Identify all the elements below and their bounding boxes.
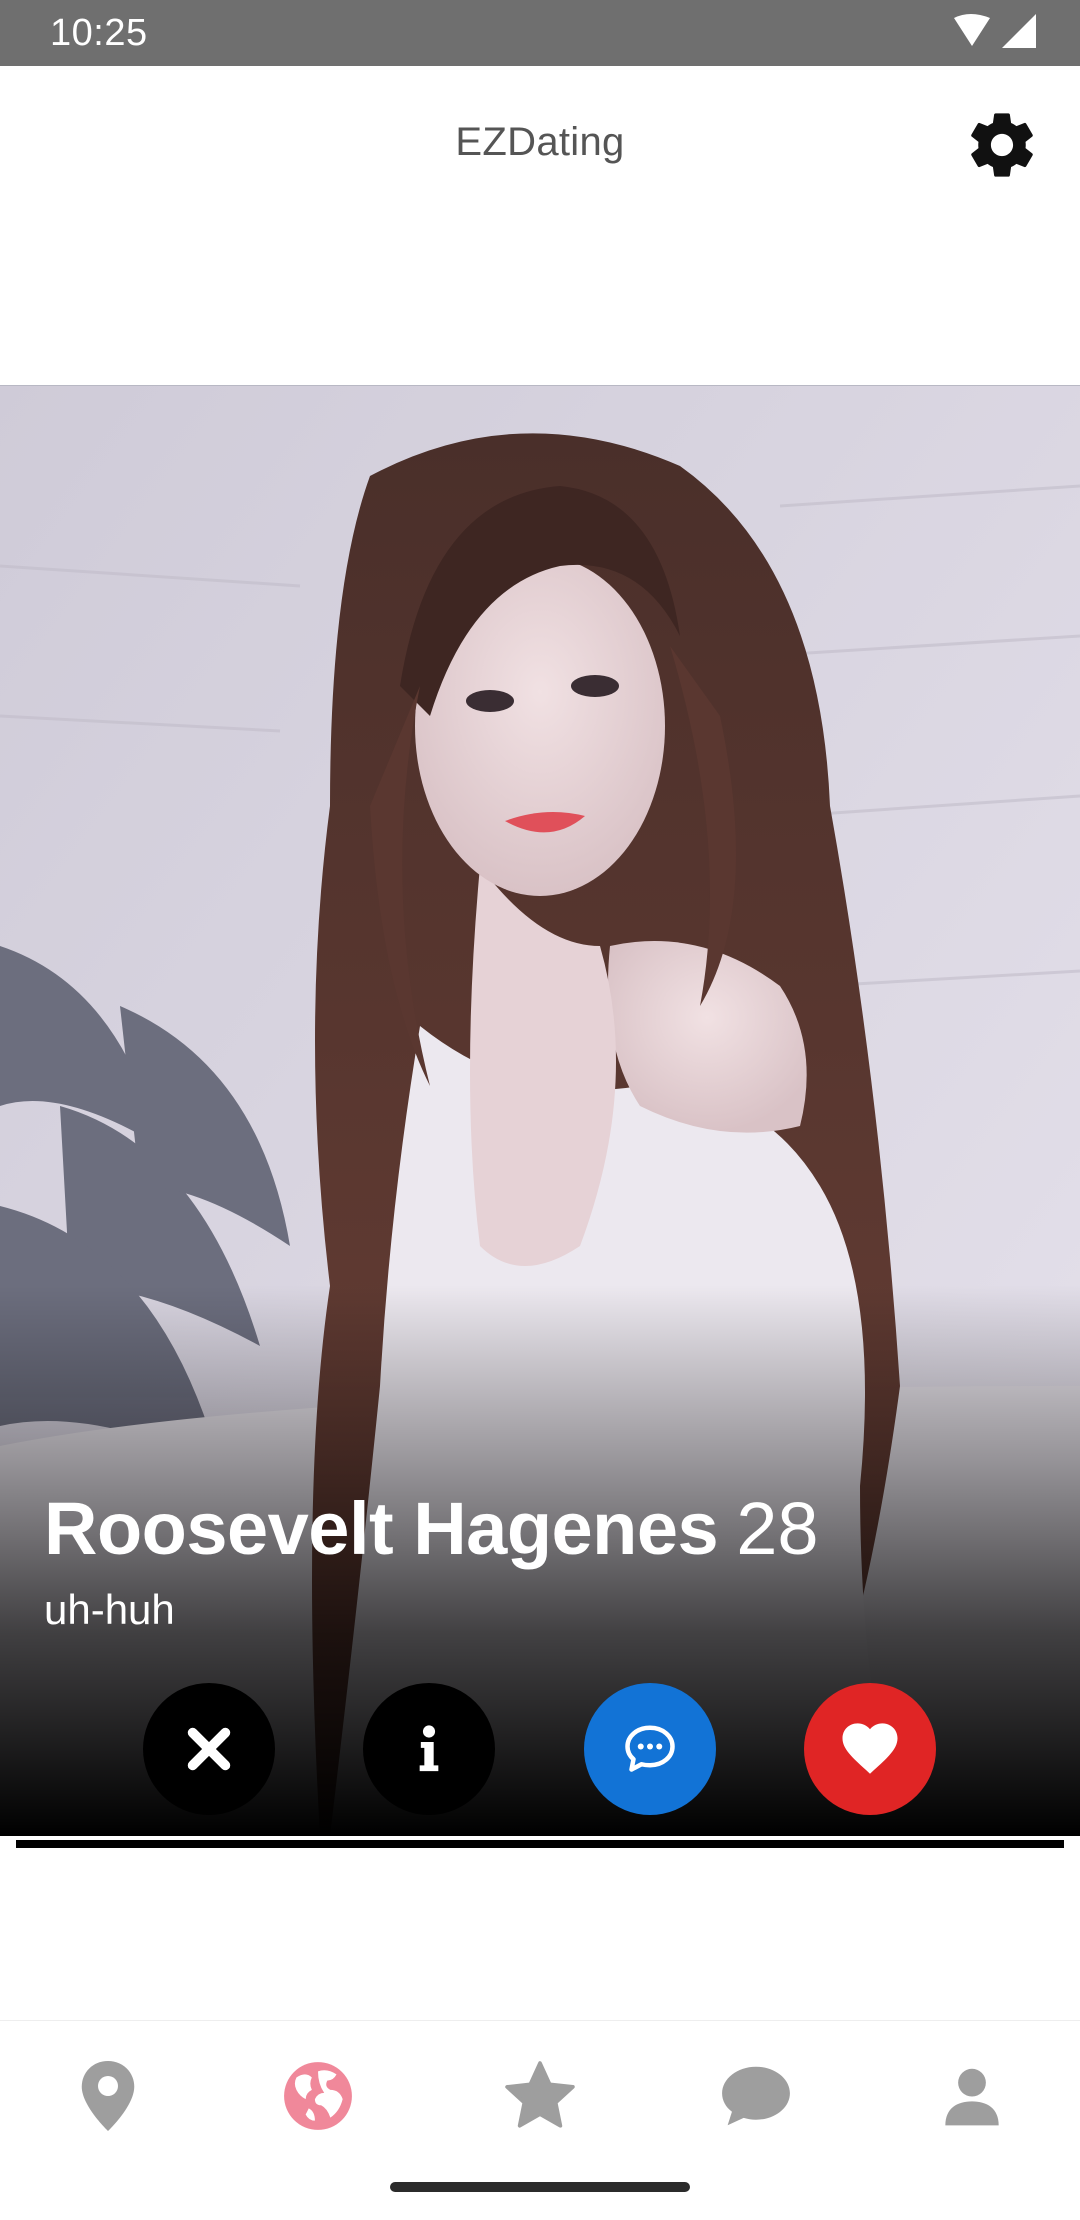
- app-bar: EZDating: [0, 66, 1080, 226]
- info-button[interactable]: [363, 1683, 495, 1815]
- app-title: EZDating: [455, 120, 625, 164]
- location-pin-icon: [81, 2061, 135, 2131]
- message-button[interactable]: [584, 1683, 716, 1815]
- chat-icon: [722, 2066, 790, 2126]
- home-indicator[interactable]: [390, 2182, 690, 2192]
- profile-bio: uh-huh: [44, 1586, 175, 1633]
- heart-icon: [842, 1723, 898, 1774]
- profile-name-row: Roosevelt Hagenes 28: [44, 1486, 819, 1571]
- person-icon: [945, 2068, 999, 2126]
- like-button[interactable]: [804, 1683, 936, 1815]
- nav-profile[interactable]: [927, 2051, 1017, 2141]
- close-icon: [187, 1727, 231, 1771]
- card-shadow: [16, 1840, 1064, 1848]
- profile-age: 28: [736, 1487, 819, 1570]
- status-bar: 10:25: [0, 0, 1080, 66]
- nav-favorites[interactable]: [495, 2051, 585, 2141]
- cell-signal-icon: [1002, 14, 1036, 48]
- nav-explore[interactable]: [273, 2051, 363, 2141]
- settings-button[interactable]: [964, 107, 1040, 183]
- dislike-button[interactable]: [143, 1683, 275, 1815]
- profile-name: Roosevelt Hagenes: [44, 1487, 719, 1570]
- star-icon: [505, 2061, 575, 2128]
- globe-icon: [284, 2062, 352, 2130]
- status-time: 10:25: [50, 12, 148, 54]
- gear-icon: [971, 113, 1033, 177]
- info-icon: [419, 1725, 439, 1772]
- nav-chats[interactable]: [711, 2051, 801, 2141]
- screen: 10:25 EZDating Roosevelt Hagenes 28 uh-h…: [0, 0, 1080, 2220]
- status-icons: [954, 14, 1036, 48]
- wifi-icon: [954, 14, 990, 46]
- chat-bubble-icon: [625, 1725, 675, 1772]
- profile-card[interactable]: Roosevelt Hagenes 28 uh-huh: [0, 385, 1080, 1836]
- nav-nearby[interactable]: [63, 2051, 153, 2141]
